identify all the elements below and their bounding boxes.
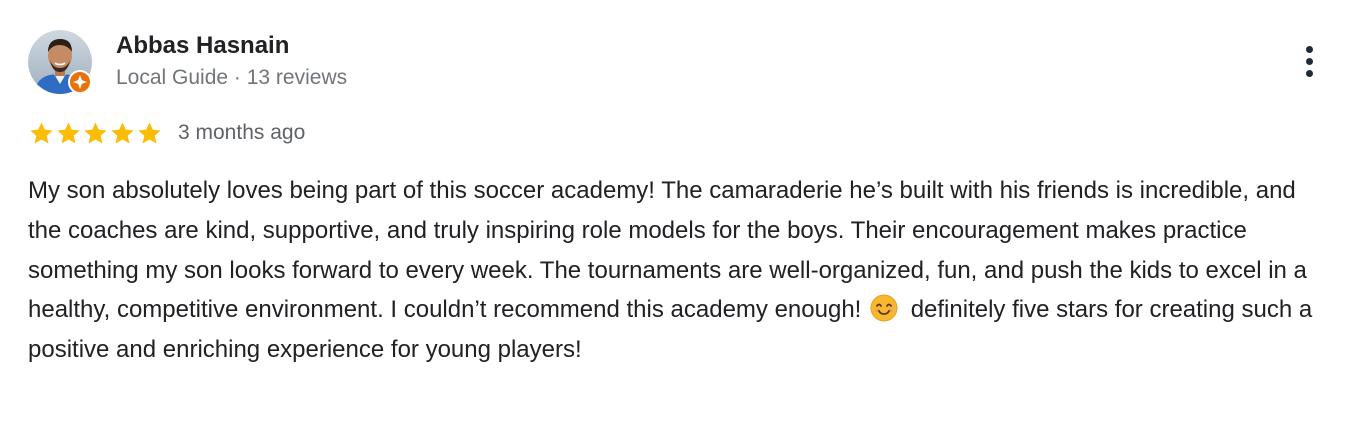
star-icon [138, 121, 161, 144]
star-icon [30, 121, 53, 144]
review-body: My son absolutely loves being part of th… [28, 171, 1328, 370]
rating-row: 3 months ago [28, 118, 305, 148]
review-time: 3 months ago [178, 121, 306, 144]
star-rating [28, 120, 163, 147]
star-icon [57, 121, 80, 144]
review-text: My son absolutely loves being part of th… [28, 171, 1328, 370]
smiling-face-icon [870, 294, 898, 322]
more-vertical-icon-dot [1306, 70, 1313, 77]
reviewer-meta[interactable]: Local Guide · 13 reviews [116, 64, 347, 92]
more-vertical-icon-dot [1306, 58, 1313, 65]
more-vertical-icon [1306, 46, 1313, 53]
more-options-button[interactable] [1290, 40, 1330, 84]
reviewer-name[interactable]: Abbas Hasnain [116, 31, 289, 61]
star-icon [111, 121, 134, 144]
local-guide-badge-icon [68, 70, 92, 94]
review-card: Abbas Hasnain Local Guide · 13 reviews 3… [0, 0, 1348, 426]
reviewer-avatar-container[interactable] [28, 30, 92, 94]
star-icon [84, 121, 107, 144]
